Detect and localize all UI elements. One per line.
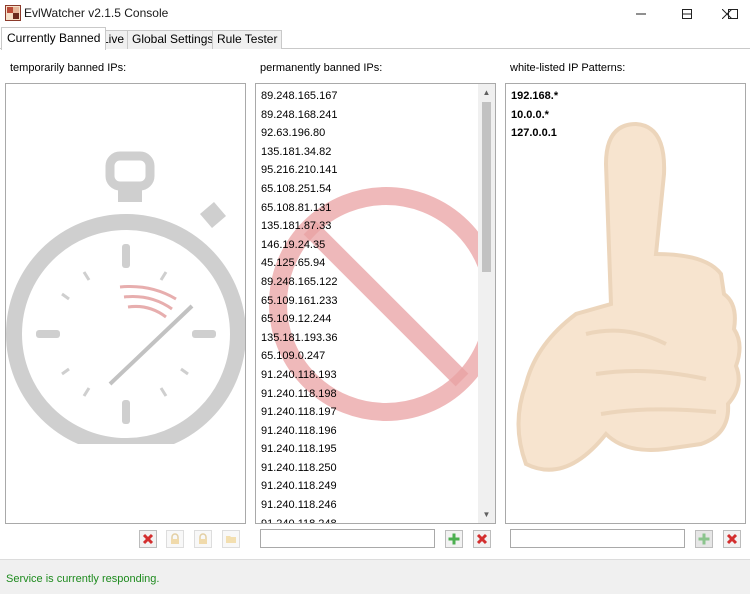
temporary-lock-button[interactable] — [166, 530, 184, 548]
window-title: EvlWatcher v2.1.5 Console — [24, 6, 169, 20]
tab-currently-banned[interactable]: Currently Banned — [1, 27, 107, 50]
list-item[interactable]: 135.181.87.33 — [261, 217, 337, 236]
delete-icon — [142, 533, 154, 545]
tab-strip: Currently Banned Live Global Settings Ru… — [0, 27, 750, 50]
list-item[interactable]: 91.240.118.193 — [261, 366, 337, 385]
tab-rule-tester[interactable]: Rule Tester — [212, 30, 283, 49]
lock-icon — [199, 533, 207, 544]
close-icon — [722, 8, 732, 19]
temporary-list[interactable] — [5, 83, 246, 524]
temporary-lock-button-2[interactable] — [194, 530, 212, 548]
minimize-button-2[interactable] — [618, 0, 664, 27]
permanent-add-button[interactable] — [445, 530, 463, 548]
status-text: Service is currently responding. — [6, 573, 160, 585]
whitelist-label: white-listed IP Patterns: — [510, 62, 626, 74]
list-item[interactable]: 10.0.0.* — [511, 106, 558, 125]
whitelist-delete-button[interactable] — [723, 530, 741, 548]
maximize-icon — [682, 8, 692, 19]
permanent-ip-input[interactable] — [260, 529, 435, 548]
list-item[interactable]: 95.216.210.141 — [261, 161, 337, 180]
permanent-label: permanently banned IPs: — [260, 62, 383, 74]
list-item[interactable]: 91.240.118.250 — [261, 459, 337, 478]
delete-icon — [476, 533, 488, 545]
list-item[interactable]: 91.240.118.198 — [261, 385, 337, 404]
tab-global-settings[interactable]: Global Settings — [127, 30, 219, 49]
list-item[interactable]: 92.63.196.80 — [261, 124, 337, 143]
list-item[interactable]: 146.19.24.35 — [261, 236, 337, 255]
status-bar: Service is currently responding. — [0, 559, 750, 594]
banned-page: temporarily banned IPs: permanently bann… — [0, 49, 750, 559]
list-item[interactable]: 65.109.0.247 — [261, 347, 337, 366]
lock-icon — [171, 533, 179, 544]
list-item[interactable]: 45.125.65.94 — [261, 254, 337, 273]
whitelist-list[interactable]: 192.168.* 10.0.0.* 127.0.0.1 — [505, 83, 746, 524]
permanent-scrollbar[interactable]: ▲ ▼ — [478, 84, 495, 523]
whitelist-add-button[interactable] — [695, 530, 713, 548]
list-item[interactable]: 127.0.0.1 — [511, 124, 558, 143]
permanent-delete-button[interactable] — [473, 530, 491, 548]
temporary-delete-button[interactable] — [139, 530, 157, 548]
add-icon — [698, 533, 710, 545]
stopwatch-icon — [6, 151, 245, 444]
temporary-label: temporarily banned IPs: — [10, 62, 127, 74]
list-item[interactable]: 91.240.118.249 — [261, 477, 337, 496]
minimize-icon — [636, 13, 646, 14]
scroll-thumb[interactable] — [482, 102, 491, 272]
list-item[interactable]: 135.181.34.82 — [261, 143, 337, 162]
delete-icon — [726, 533, 738, 545]
list-item[interactable]: 91.240.118.197 — [261, 403, 337, 422]
temporary-folder-button[interactable] — [222, 530, 240, 548]
list-item[interactable]: 65.108.81.131 — [261, 199, 337, 218]
list-item[interactable]: 192.168.* — [511, 87, 558, 106]
list-item[interactable]: 91.240.118.195 — [261, 440, 337, 459]
list-item[interactable]: 135.181.193.36 — [261, 329, 337, 348]
list-item[interactable]: 65.108.251.54 — [261, 180, 337, 199]
list-item[interactable]: 65.109.12.244 — [261, 310, 337, 329]
whitelist-pattern-input[interactable] — [510, 529, 685, 548]
list-item[interactable]: 89.248.165.167 — [261, 87, 337, 106]
list-item[interactable]: 91.240.118.248 — [261, 515, 337, 523]
chevron-down-icon[interactable]: ▼ — [478, 506, 495, 523]
list-item[interactable]: 91.240.118.246 — [261, 496, 337, 515]
folder-icon — [226, 536, 236, 543]
list-item[interactable]: 89.248.168.241 — [261, 106, 337, 125]
permanent-list[interactable]: 89.248.165.167 89.248.168.241 92.63.196.… — [255, 83, 496, 524]
chevron-up-icon[interactable]: ▲ — [478, 84, 495, 101]
permanent-items: 89.248.165.167 89.248.168.241 92.63.196.… — [261, 87, 337, 523]
thumbs-up-icon — [516, 121, 742, 472]
list-item[interactable]: 89.248.165.122 — [261, 273, 337, 292]
add-icon — [448, 533, 460, 545]
list-item[interactable]: 91.240.118.196 — [261, 422, 337, 441]
app-icon — [5, 5, 21, 21]
whitelist-items: 192.168.* 10.0.0.* 127.0.0.1 — [511, 87, 558, 143]
list-item[interactable]: 65.109.161.233 — [261, 292, 337, 311]
close-button[interactable] — [704, 0, 750, 27]
